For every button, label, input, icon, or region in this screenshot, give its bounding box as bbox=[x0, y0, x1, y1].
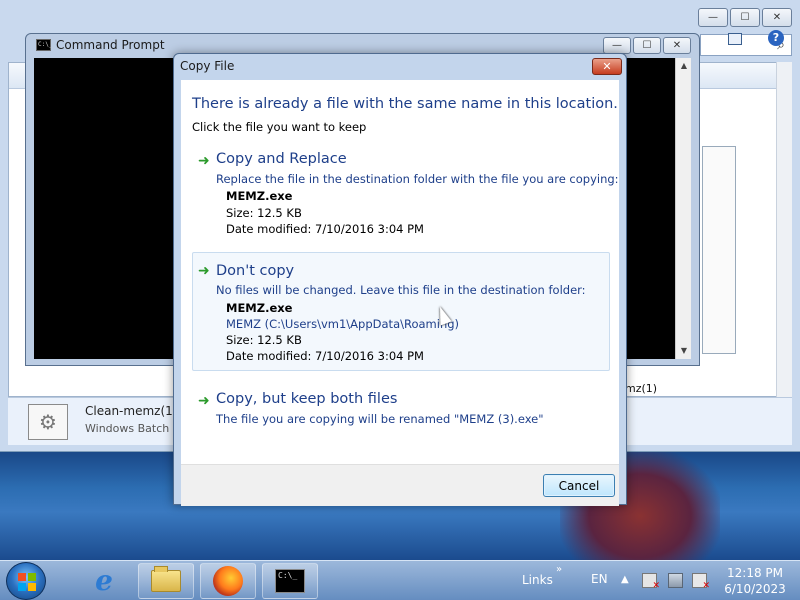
command-prompt-icon: C:\_ bbox=[275, 569, 305, 593]
cancel-button[interactable]: Cancel bbox=[543, 474, 615, 497]
copy-file-dialog: Copy File ✕ There is already a file with… bbox=[173, 53, 627, 506]
cmd-close-button[interactable]: ✕ bbox=[663, 37, 691, 54]
copy-and-replace-option[interactable]: ➜ Copy and Replace Replace the file in t… bbox=[192, 150, 619, 236]
option-file-name: MEMZ.exe bbox=[226, 301, 293, 315]
option-file-size: Size: 12.5 KB bbox=[226, 333, 302, 347]
dialog-close-button[interactable]: ✕ bbox=[592, 58, 622, 75]
explorer-scrollbar[interactable] bbox=[776, 62, 792, 397]
option-file-date: Date modified: 7/10/2016 3:04 PM bbox=[226, 349, 424, 363]
option-file-name: MEMZ.exe bbox=[226, 189, 293, 203]
cmd-minimize-button[interactable]: — bbox=[603, 37, 631, 54]
command-prompt-title: Command Prompt bbox=[56, 38, 165, 52]
option-file-date: Date modified: 7/10/2016 3:04 PM bbox=[226, 222, 424, 236]
option-description: Replace the file in the destination fold… bbox=[216, 172, 619, 186]
volume-muted-icon[interactable] bbox=[692, 573, 710, 591]
green-arrow-icon: ➜ bbox=[198, 263, 210, 279]
show-hidden-icons-button[interactable]: ▲ bbox=[621, 574, 629, 585]
firefox-icon bbox=[213, 566, 243, 596]
option-title: Copy and Replace bbox=[216, 151, 347, 167]
taskbar-command-prompt[interactable]: C:\_ bbox=[262, 563, 318, 599]
taskbar-firefox[interactable] bbox=[200, 563, 256, 599]
details-file-type: Windows Batch F bbox=[85, 422, 180, 435]
internet-explorer-icon: e bbox=[95, 564, 113, 597]
taskbar-windows-explorer[interactable] bbox=[138, 563, 194, 599]
clock-date: 6/10/2023 bbox=[724, 582, 786, 596]
cmd-maximize-button[interactable]: ☐ bbox=[633, 37, 661, 54]
file-list-item-fragment[interactable]: mz(1) bbox=[625, 382, 657, 395]
option-title: Copy, but keep both files bbox=[216, 391, 398, 407]
preview-pane-icon[interactable] bbox=[728, 33, 742, 45]
network-icon[interactable] bbox=[668, 573, 683, 588]
links-toolbar[interactable]: Links bbox=[522, 573, 553, 587]
cmd-window-controls: — ☐ ✕ bbox=[603, 37, 691, 54]
dialog-subheading: Click the file you want to keep bbox=[192, 120, 367, 134]
folder-icon bbox=[151, 566, 181, 592]
copy-keep-both-option[interactable]: ➜ Copy, but keep both files The file you… bbox=[192, 390, 610, 432]
console-scrollbar[interactable]: ▲ ▼ bbox=[675, 58, 691, 359]
explorer-maximize-button[interactable]: ☐ bbox=[730, 8, 760, 27]
taskbar-internet-explorer[interactable]: e bbox=[76, 563, 132, 599]
dialog-footer: Cancel bbox=[181, 464, 619, 506]
action-center-icon[interactable] bbox=[642, 573, 660, 591]
system-clock[interactable]: 12:18 PM 6/10/2023 bbox=[716, 565, 794, 597]
option-file-size: Size: 12.5 KB bbox=[226, 206, 302, 220]
option-description: The file you are copying will be renamed… bbox=[216, 412, 544, 426]
explorer-window-controls: — ☐ ✕ bbox=[698, 8, 792, 27]
option-title: Don't copy bbox=[216, 263, 295, 279]
windows-logo-icon bbox=[18, 573, 36, 591]
batch-file-icon: ⚙ bbox=[28, 404, 68, 440]
explorer-close-button[interactable]: ✕ bbox=[762, 8, 792, 27]
explorer-minimize-button[interactable]: — bbox=[698, 8, 728, 27]
dialog-heading: There is already a file with the same na… bbox=[192, 96, 618, 112]
details-file-name: Clean-memz(1) bbox=[85, 404, 178, 418]
clock-time: 12:18 PM bbox=[727, 566, 783, 580]
taskbar: e C:\_ Links » EN ▲ 12:18 PM 6/10/2023 bbox=[0, 560, 800, 600]
dont-copy-option[interactable]: ➜ Don't copy No files will be changed. L… bbox=[192, 252, 610, 371]
start-button[interactable] bbox=[6, 562, 46, 600]
dialog-title: Copy File bbox=[180, 59, 235, 73]
dialog-body: There is already a file with the same na… bbox=[181, 80, 619, 466]
help-icon[interactable]: ? bbox=[768, 30, 784, 46]
file-preview-thumbnail bbox=[702, 146, 736, 354]
green-arrow-icon: ➜ bbox=[198, 153, 210, 169]
links-chevron-icon[interactable]: » bbox=[556, 564, 562, 575]
option-file-path: MEMZ (C:\Users\vm1\AppData\Roaming) bbox=[226, 317, 460, 331]
scroll-down-arrow-icon[interactable]: ▼ bbox=[676, 343, 692, 359]
language-indicator[interactable]: EN bbox=[591, 572, 608, 586]
scroll-up-arrow-icon[interactable]: ▲ bbox=[676, 58, 692, 74]
option-description: No files will be changed. Leave this fil… bbox=[216, 283, 586, 297]
command-prompt-icon: C:\_ bbox=[36, 39, 52, 51]
green-arrow-icon: ➜ bbox=[198, 393, 210, 409]
